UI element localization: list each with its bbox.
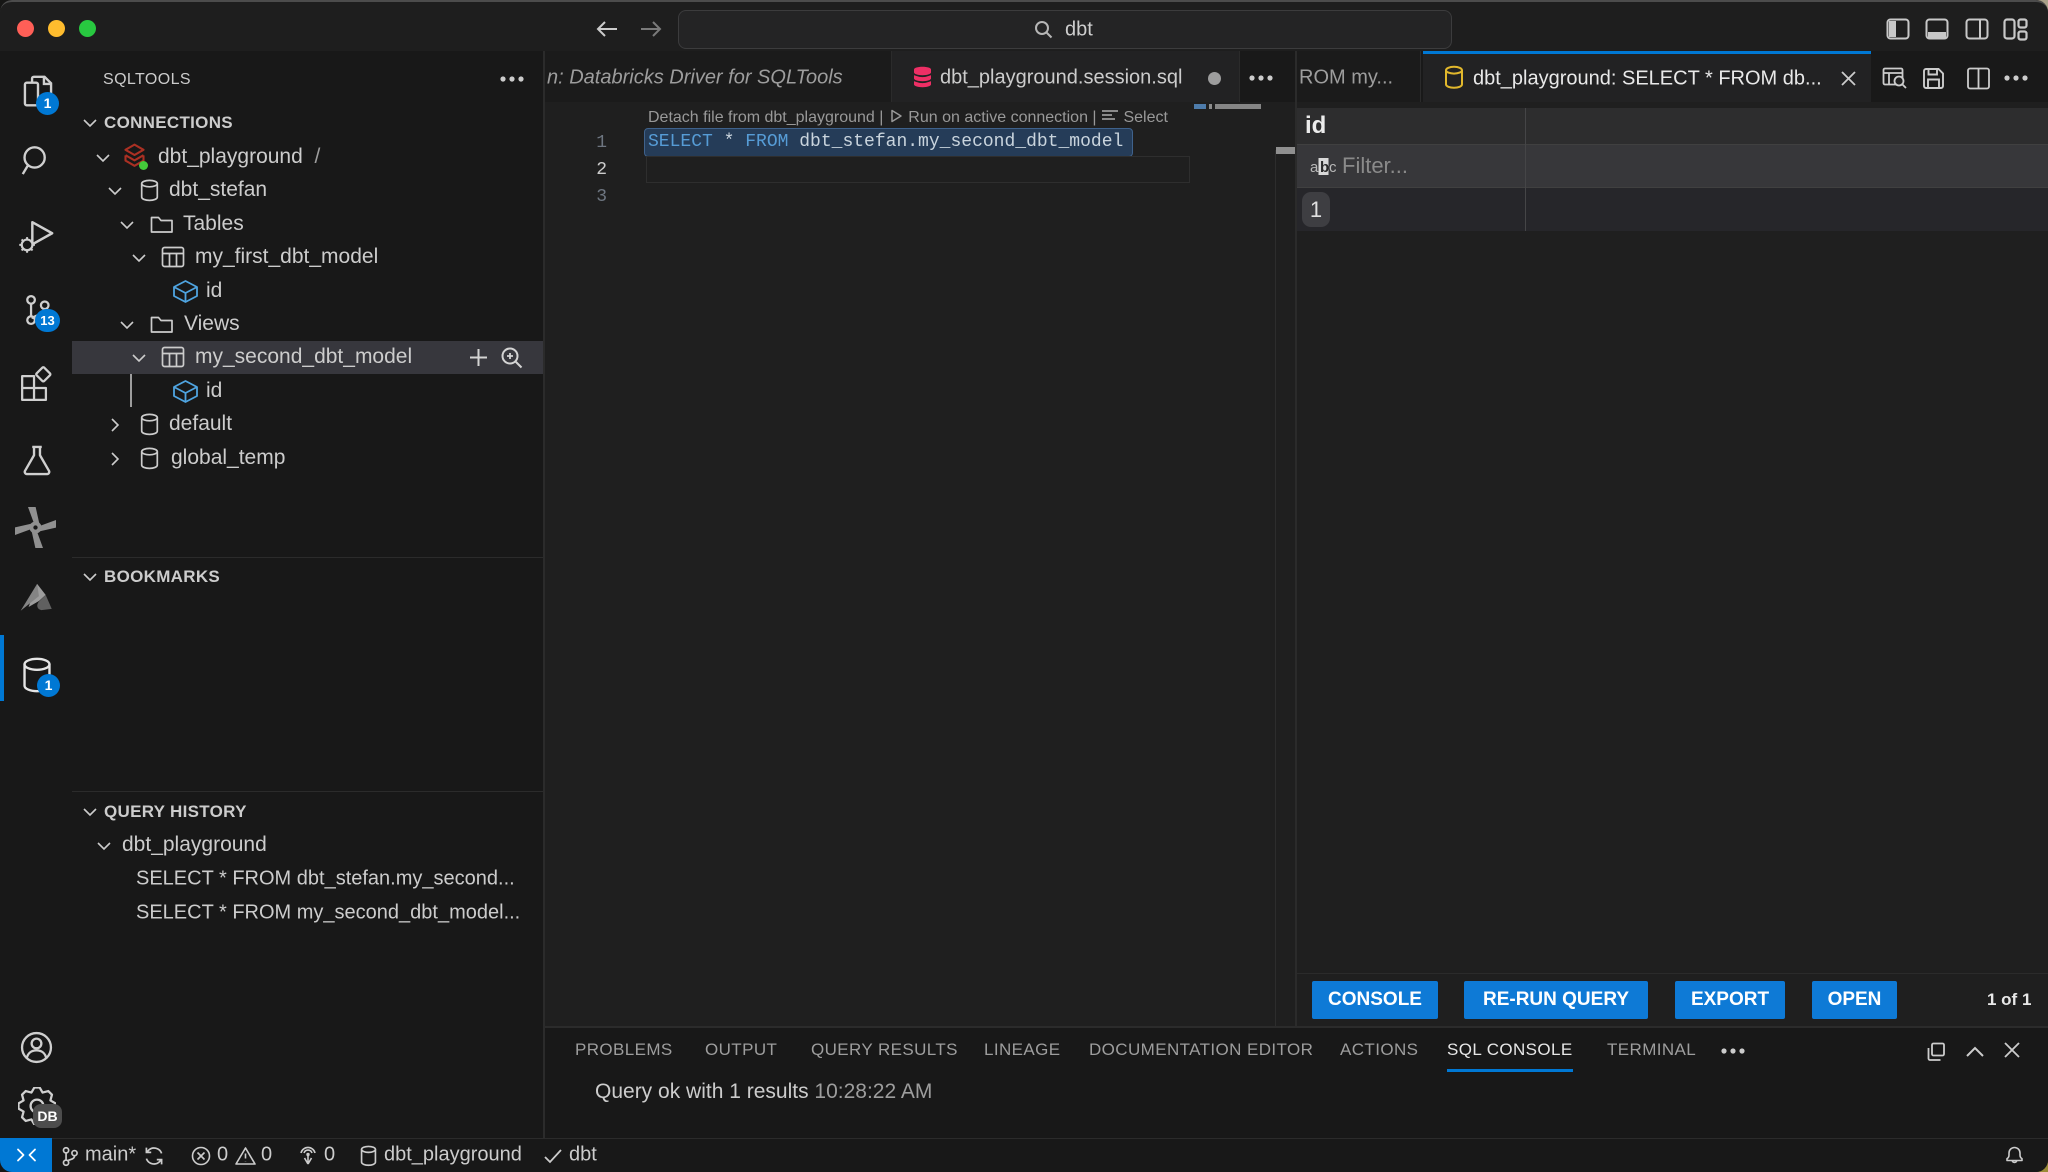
svg-text:c: c bbox=[1329, 159, 1336, 176]
svg-text:b: b bbox=[1320, 159, 1329, 176]
svg-text:a: a bbox=[1310, 159, 1319, 176]
